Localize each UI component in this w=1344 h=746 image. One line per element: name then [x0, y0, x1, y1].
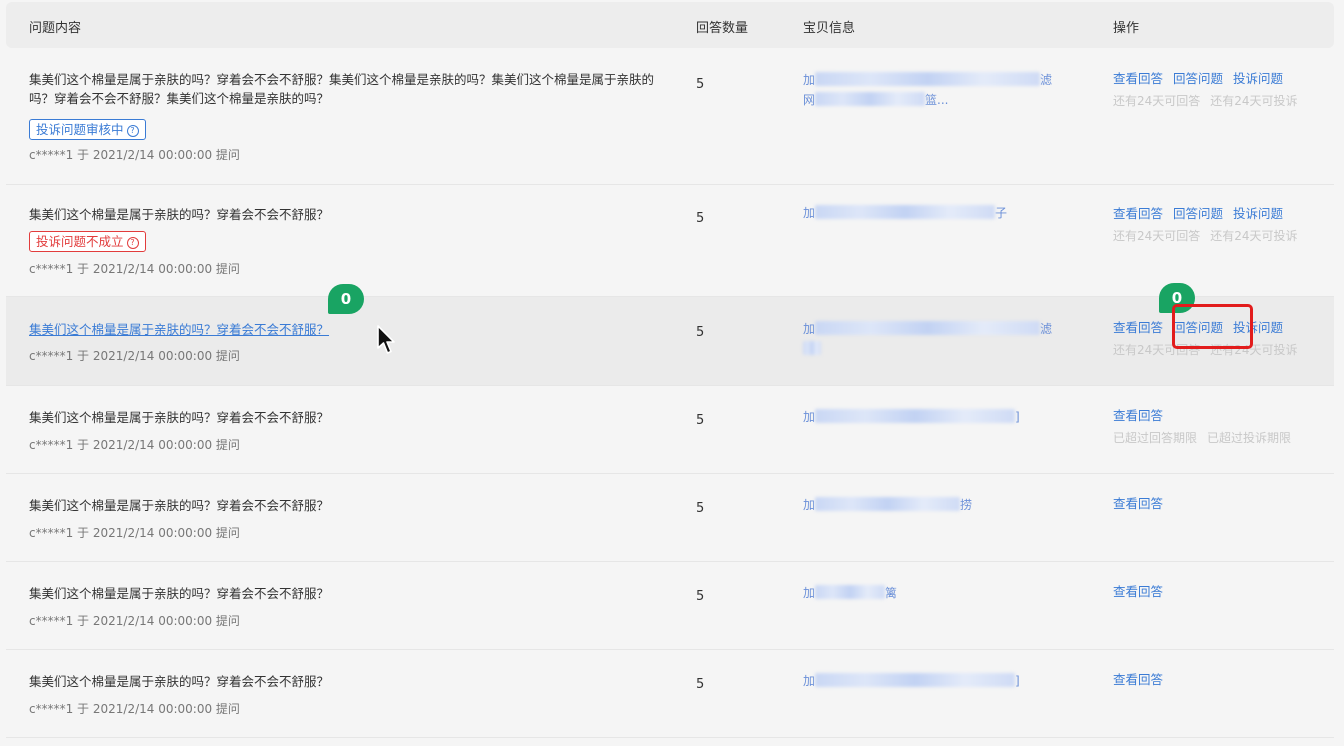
answer-count: 5 — [696, 501, 705, 516]
answer-question-button[interactable]: 回答问题 — [1173, 71, 1223, 86]
header-question: 问题内容 — [29, 21, 82, 36]
question-text[interactable]: 集美们这个棉量是属于亲肤的吗？穿着会不会不舒服？ — [29, 496, 669, 515]
blurred-product-name — [815, 585, 886, 599]
view-answer-button[interactable]: 查看回答 — [1113, 496, 1163, 511]
product-link[interactable]: 加] — [803, 407, 1020, 427]
question-circle-icon[interactable]: ? — [126, 125, 139, 137]
row-actions: 查看回答 回答问题 投诉问题 还有24天可回答 还有24天可投诉 — [1113, 71, 1298, 108]
header-count: 回答数量 — [696, 21, 749, 36]
table-row: 集美们这个棉量是属于亲肤的吗？穿着会不会不舒服？ c*****1 于 2021/… — [6, 562, 1334, 650]
answer-count: 5 — [696, 677, 705, 692]
asker-meta: c*****1 于 2021/2/14 00:00:00 提问 — [29, 349, 240, 363]
product-link[interactable]: 加捞 — [803, 495, 972, 515]
question-text[interactable]: 集美们这个棉量是属于亲肤的吗？穿着会不会不舒服？集美们这个棉量是亲肤的吗？集美们… — [29, 70, 669, 108]
view-answer-button[interactable]: 查看回答 — [1113, 71, 1163, 86]
blurred-product-name — [815, 321, 1041, 335]
table-row: 集美们这个棉量是属于亲肤的吗？穿着会不会不舒服？ c*****1 于 2021/… — [6, 297, 1334, 386]
blurred-product-name — [815, 92, 926, 106]
view-answer-button[interactable]: 查看回答 — [1113, 408, 1163, 423]
arrow-cursor-icon — [377, 325, 395, 354]
blurred-product-name — [815, 72, 1041, 86]
asker-meta: c*****1 于 2021/2/14 00:00:00 提问 — [29, 702, 240, 716]
product-link[interactable]: 加滤 — [803, 319, 1052, 359]
complain-question-button[interactable]: 投诉问题 — [1233, 206, 1283, 221]
asker-meta: c*****1 于 2021/2/14 00:00:00 提问 — [29, 614, 240, 628]
asker-meta: c*****1 于 2021/2/14 00:00:00 提问 — [29, 148, 240, 162]
question-text[interactable]: 集美们这个棉量是属于亲肤的吗？穿着会不会不舒服？ — [29, 672, 669, 691]
answer-count: 5 — [696, 589, 705, 604]
answer-question-button[interactable]: 回答问题 — [1173, 206, 1223, 221]
question-text[interactable]: 集美们这个棉量是属于亲肤的吗？穿着会不会不舒服？ — [29, 320, 329, 339]
status-badge: 投诉问题审核中? — [29, 119, 146, 140]
table-row: 集美们这个棉量是属于亲肤的吗？穿着会不会不舒服？ c*****1 于 2021/… — [6, 474, 1334, 562]
complain-question-button[interactable]: 投诉问题 — [1233, 71, 1283, 86]
step-badge: 0 — [328, 284, 364, 314]
view-answer-button[interactable]: 查看回答 — [1113, 320, 1163, 335]
product-link[interactable]: 加子 — [803, 203, 1007, 223]
row-actions: 查看回答 — [1113, 581, 1173, 600]
blurred-product-name — [815, 409, 1016, 423]
asker-meta: c*****1 于 2021/2/14 00:00:00 提问 — [29, 438, 240, 452]
blurred-product-name — [815, 205, 996, 219]
answer-count: 5 — [696, 211, 705, 226]
qa-table: 问题内容 回答数量 宝贝信息 操作 集美们这个棉量是属于亲肤的吗？穿着会不会不舒… — [6, 0, 1334, 746]
row-actions: 查看回答 — [1113, 493, 1173, 512]
view-answer-button[interactable]: 查看回答 — [1113, 584, 1163, 599]
table-row: 集美们这个棉量是属于亲肤的吗？穿着会不会不舒服？ c*****1 于 2021/… — [6, 386, 1334, 474]
highlight-box — [1172, 304, 1253, 349]
question-text[interactable]: 集美们这个棉量是属于亲肤的吗？穿着会不会不舒服？ — [29, 205, 669, 224]
question-text[interactable]: 集美们这个棉量是属于亲肤的吗？穿着会不会不舒服？ — [29, 408, 669, 427]
blurred-product-name — [815, 673, 1016, 687]
status-badge: 投诉问题不成立? — [29, 231, 146, 252]
table-header: 问题内容 回答数量 宝贝信息 操作 — [6, 2, 1334, 48]
view-answer-button[interactable]: 查看回答 — [1113, 206, 1163, 221]
product-link[interactable]: 加滤 网篮... — [803, 70, 1052, 110]
header-product: 宝贝信息 — [803, 21, 856, 36]
row-actions: 查看回答 已超过回答期限 已超过投诉期限 — [1113, 408, 1292, 445]
blurred-product-name — [815, 497, 961, 511]
row-actions: 查看回答 回答问题 投诉问题 还有24天可回答 还有24天可投诉 — [1113, 206, 1298, 243]
header-ops: 操作 — [1113, 21, 1140, 36]
asker-meta: c*****1 于 2021/2/14 00:00:00 提问 — [29, 262, 240, 276]
answer-count: 5 — [696, 413, 705, 428]
question-circle-icon[interactable]: ? — [126, 237, 139, 249]
view-answer-button[interactable]: 查看回答 — [1113, 672, 1163, 687]
question-text[interactable]: 集美们这个棉量是属于亲肤的吗？穿着会不会不舒服？ — [29, 584, 669, 603]
table-row: 集美们这个棉量是属于亲肤的吗？穿着会不会不舒服？ 投诉问题不成立? c*****… — [6, 185, 1334, 297]
product-link[interactable]: 加] — [803, 671, 1020, 691]
table-row: 集美们这个棉量是属于亲肤的吗？穿着会不会不舒服？ c*****1 于 2021/… — [6, 650, 1334, 738]
blurred-product-name — [803, 341, 821, 355]
asker-meta: c*****1 于 2021/2/14 00:00:00 提问 — [29, 526, 240, 540]
answer-count: 5 — [696, 77, 705, 92]
product-link[interactable]: 加篱 — [803, 583, 897, 603]
table-row: 集美们这个棉量是属于亲肤的吗？穿着会不会不舒服？集美们这个棉量是亲肤的吗？集美们… — [6, 50, 1334, 185]
row-actions: 查看回答 — [1113, 669, 1173, 688]
answer-count: 5 — [696, 325, 705, 340]
